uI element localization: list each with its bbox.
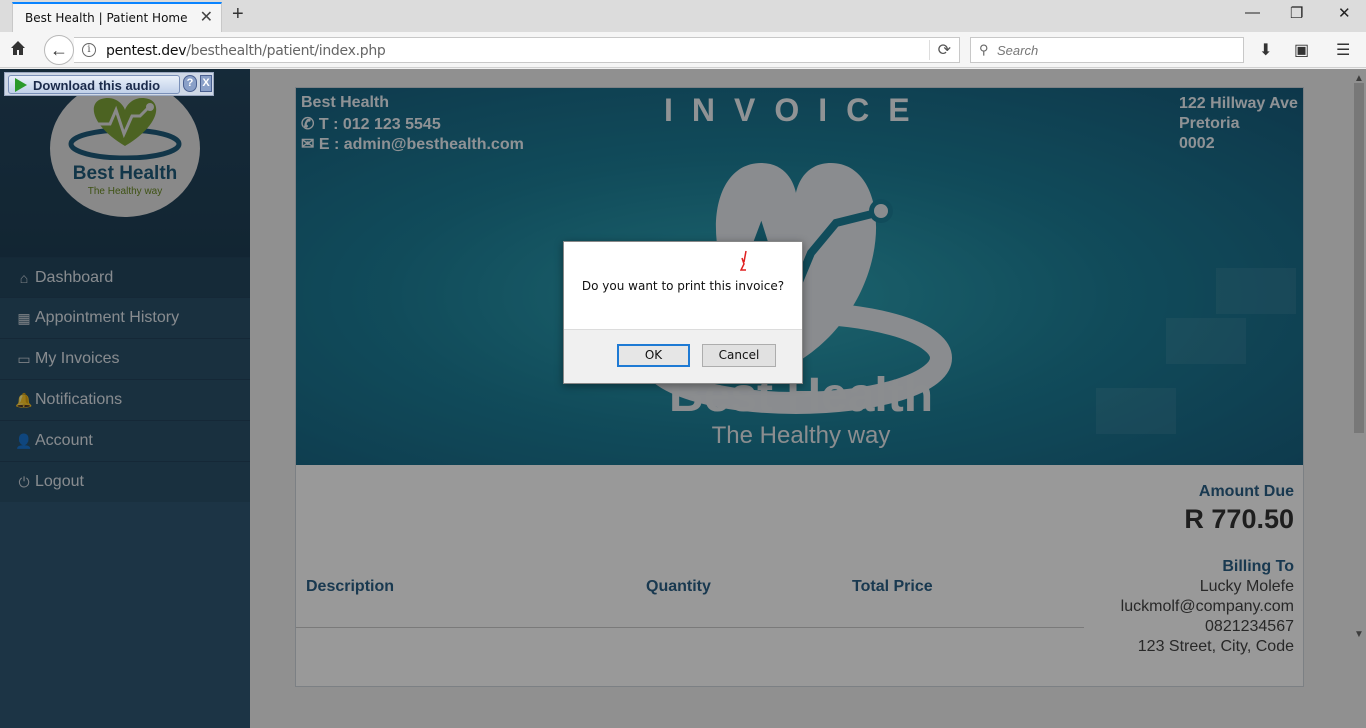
dialog-footer: OK Cancel — [564, 329, 802, 383]
search-placeholder: Search — [997, 43, 1039, 58]
download-audio-label: Download this audio — [33, 78, 161, 93]
download-icon[interactable]: ⬇ — [1259, 40, 1272, 60]
tab-close-icon[interactable]: ✕ — [200, 7, 213, 27]
cursor-icon — [740, 250, 747, 271]
dialog-message: Do you want to print this invoice? — [581, 279, 785, 293]
search-input[interactable]: ⚲ Search — [970, 37, 1244, 63]
modal-overlay — [0, 69, 1366, 728]
play-icon — [15, 78, 27, 92]
download-audio-bar: Download this audio ? X — [4, 72, 214, 96]
cancel-button[interactable]: Cancel — [702, 344, 776, 367]
new-tab-icon[interactable]: + — [232, 3, 244, 26]
url-text[interactable]: pentest.dev/besthealth/patient/index.php — [106, 43, 386, 59]
reload-icon[interactable]: ⟳ — [928, 40, 951, 60]
minimize-icon[interactable]: — — [1245, 4, 1260, 21]
close-icon[interactable]: X — [200, 75, 212, 92]
window-close-icon[interactable]: ✕ — [1338, 4, 1351, 22]
download-audio-button[interactable]: Download this audio — [8, 75, 180, 94]
browser-tab[interactable]: Best Health | Patient Home ✕ — [12, 2, 222, 32]
sidebar-toggle-icon[interactable]: ▣ — [1294, 40, 1309, 60]
search-icon: ⚲ — [979, 42, 989, 57]
browser-tab-bar: Best Health | Patient Home ✕ + — ❐ ✕ — [0, 0, 1366, 32]
restore-icon[interactable]: ❐ — [1290, 4, 1303, 22]
home-icon[interactable] — [9, 39, 27, 57]
back-button[interactable]: ← — [44, 35, 74, 65]
help-icon[interactable]: ? — [183, 75, 197, 92]
menu-icon[interactable]: ☰ — [1336, 40, 1350, 60]
ok-button[interactable]: OK — [617, 344, 690, 367]
info-icon[interactable]: i — [82, 43, 96, 57]
browser-nav-bar: i pentest.dev/besthealth/patient/index.p… — [0, 32, 1366, 68]
confirm-dialog: Do you want to print this invoice? OK Ca… — [563, 241, 803, 384]
tab-title: Best Health | Patient Home — [25, 11, 188, 25]
address-bar[interactable]: i pentest.dev/besthealth/patient/index.p… — [74, 37, 960, 63]
